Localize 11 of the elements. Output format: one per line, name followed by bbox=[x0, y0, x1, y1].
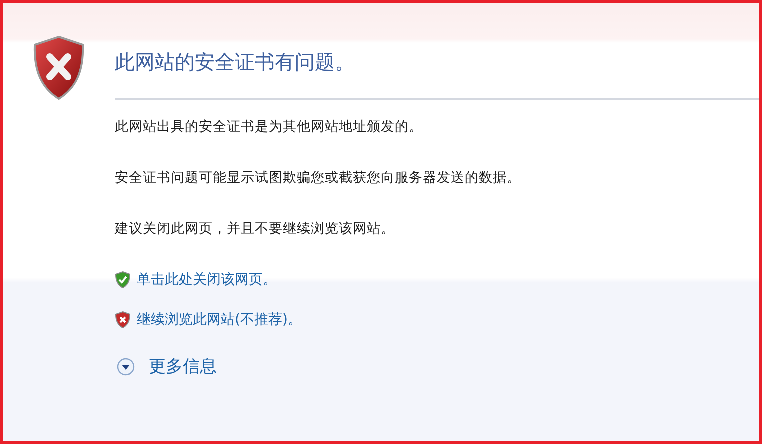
shield-error-icon bbox=[115, 311, 131, 329]
message-text: 安全证书问题可能显示试图欺骗您或截获您向服务器发送的数据。 bbox=[115, 169, 522, 187]
more-info-button[interactable]: 更多信息 bbox=[117, 355, 217, 378]
message-text: 建议关闭此网页，并且不要继续浏览该网站。 bbox=[115, 220, 396, 238]
message-text: 此网站出具的安全证书是为其他网站地址颁发的。 bbox=[115, 118, 424, 136]
shield-error-icon bbox=[31, 35, 87, 101]
shield-check-icon bbox=[115, 271, 131, 289]
chevron-down-icon bbox=[117, 358, 135, 376]
close-page-link[interactable]: 单击此处关闭该网页。 bbox=[115, 271, 277, 289]
page-title: 此网站的安全证书有问题。 bbox=[115, 49, 759, 100]
continue-link[interactable]: 继续浏览此网站(不推荐)。 bbox=[115, 311, 302, 329]
